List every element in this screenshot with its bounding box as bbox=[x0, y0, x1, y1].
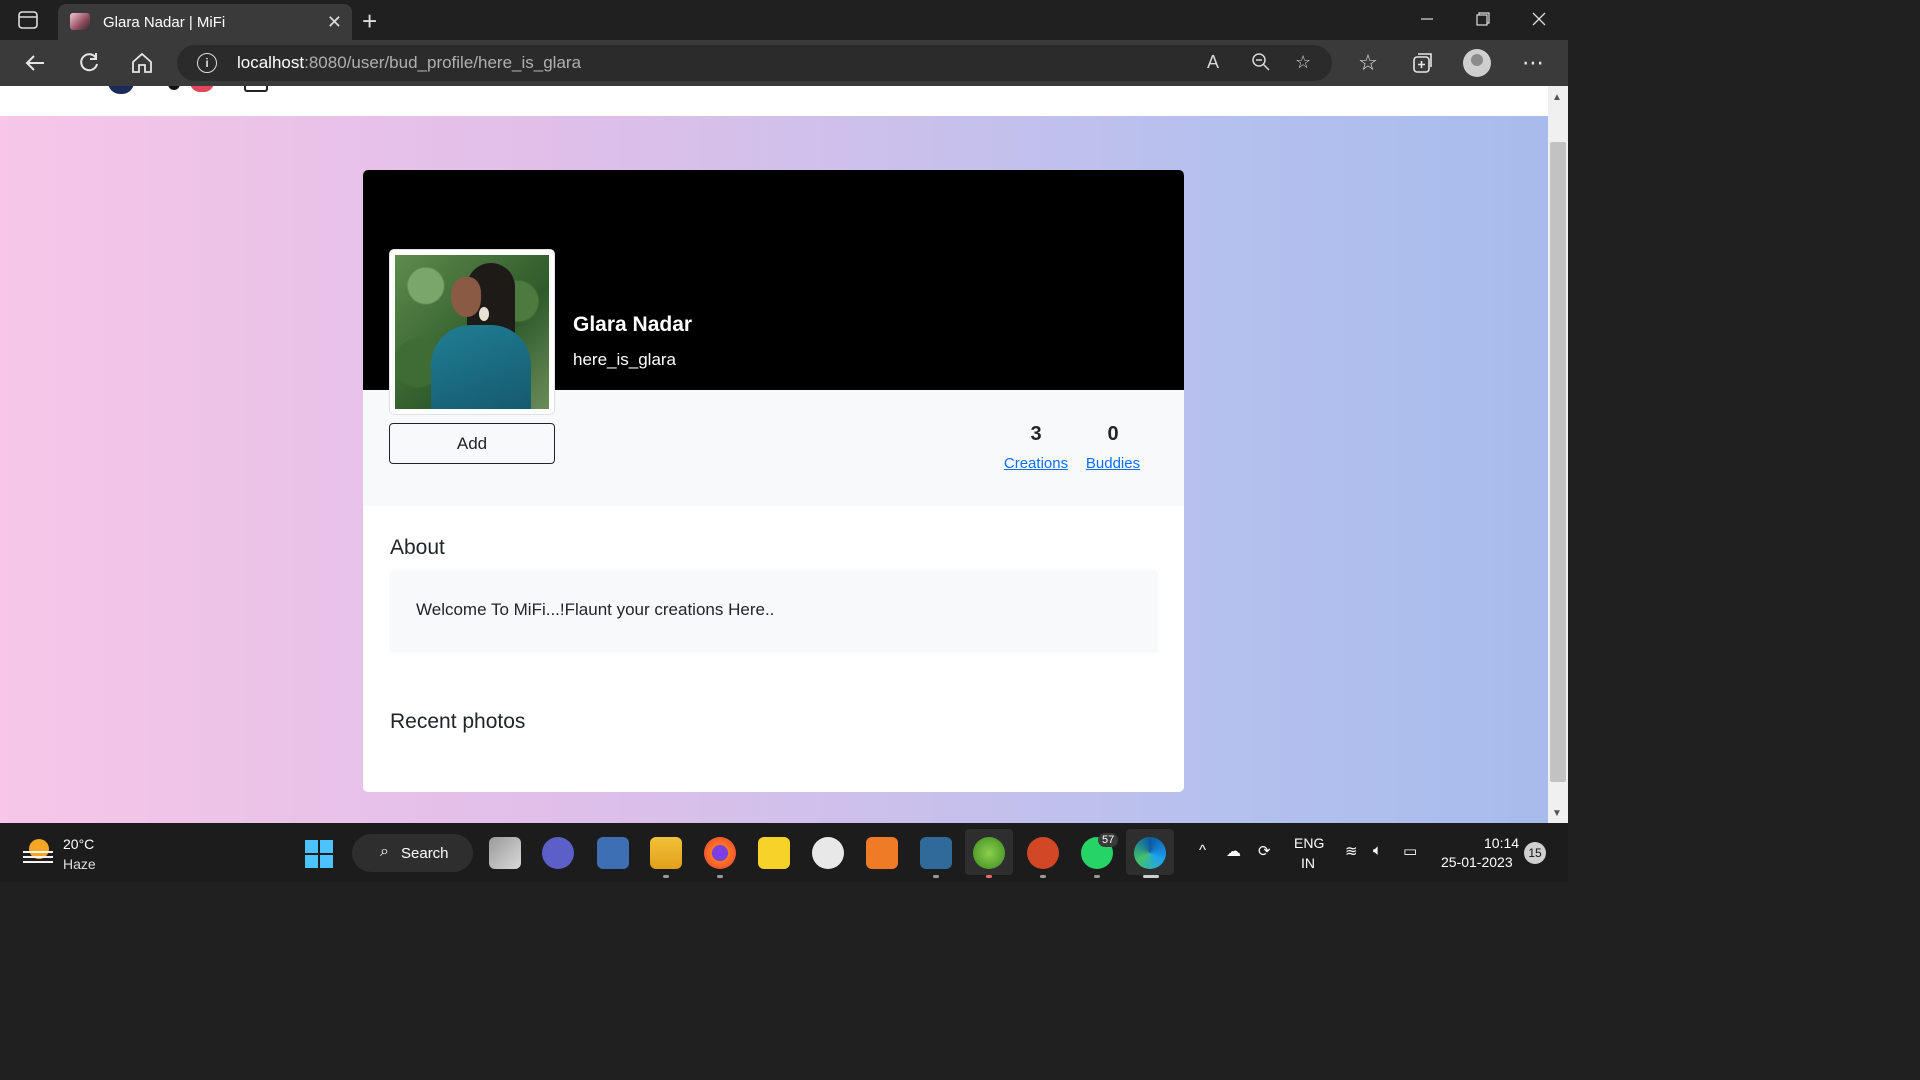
notification-count[interactable]: 15 bbox=[1524, 842, 1546, 864]
powerpoint-icon[interactable] bbox=[1027, 837, 1059, 869]
browser-tab-bar: Glara Nadar | MiFi ✕ + bbox=[0, 0, 1568, 40]
address-bar[interactable]: i localhost:8080/user/bud_profile/here_i… bbox=[177, 45, 1332, 81]
more-options-icon[interactable]: ⋯ bbox=[1520, 50, 1546, 76]
nav-logo-icon[interactable] bbox=[108, 86, 134, 94]
nav-user-icon[interactable] bbox=[168, 86, 180, 90]
weather-condition[interactable]: Haze bbox=[63, 856, 96, 872]
taskbar-search[interactable]: ⌕ Search bbox=[352, 834, 473, 872]
tab-actions-icon[interactable] bbox=[18, 10, 38, 30]
search-icon: ⌕ bbox=[380, 843, 389, 860]
clock-time[interactable]: 10:14 bbox=[1484, 835, 1519, 851]
battery-icon[interactable]: ▭ bbox=[1403, 842, 1417, 860]
profile-avatar-icon[interactable] bbox=[1463, 49, 1491, 77]
volume-icon[interactable]: 🔈︎ bbox=[1373, 842, 1382, 859]
buddies-link[interactable]: Buddies bbox=[1084, 455, 1142, 472]
calculator-icon[interactable] bbox=[597, 837, 629, 869]
add-favorite-icon[interactable]: ☆ bbox=[1295, 52, 1311, 73]
reload-icon[interactable] bbox=[76, 50, 102, 76]
clock-app-icon[interactable] bbox=[812, 837, 844, 869]
show-hidden-icons-icon[interactable]: ^ bbox=[1199, 842, 1206, 859]
about-text: Welcome To MiFi...!Flaunt your creations… bbox=[416, 600, 775, 619]
edge-browser-icon[interactable] bbox=[1134, 837, 1166, 869]
task-view-icon[interactable] bbox=[489, 837, 521, 869]
stat-buddies-count: 0 bbox=[1107, 423, 1119, 445]
nav-menu-icon[interactable] bbox=[244, 86, 268, 92]
page-scrollbar[interactable]: ▲ ▼ bbox=[1548, 86, 1568, 823]
scroll-up-icon[interactable]: ▲ bbox=[1552, 92, 1562, 103]
recent-photos-heading: Recent photos bbox=[390, 710, 526, 733]
firefox-icon[interactable] bbox=[704, 837, 736, 869]
about-box: Welcome To MiFi...!Flaunt your creations… bbox=[389, 570, 1158, 653]
sticky-notes-icon[interactable] bbox=[758, 837, 790, 869]
wifi-icon[interactable]: ≋ bbox=[1345, 842, 1358, 860]
address-url[interactable]: localhost:8080/user/bud_profile/here_is_… bbox=[237, 53, 581, 73]
start-button-icon[interactable] bbox=[305, 840, 333, 868]
home-icon[interactable] bbox=[129, 50, 155, 76]
scrollbar-thumb[interactable] bbox=[1550, 142, 1566, 782]
mysql-workbench-icon[interactable] bbox=[920, 837, 952, 869]
window-close-icon[interactable] bbox=[1532, 12, 1546, 26]
xampp-icon[interactable] bbox=[866, 837, 898, 869]
whatsapp-badge: 57 bbox=[1098, 833, 1119, 847]
site-favicon-icon bbox=[70, 13, 90, 30]
creations-link[interactable]: Creations bbox=[1003, 455, 1069, 472]
about-heading: About bbox=[390, 536, 445, 559]
stat-creations-count: 3 bbox=[1030, 423, 1042, 445]
windows-taskbar: 20°C Haze ⌕ Search 57 ^ ☁ ⟳ ENG IN ≋ 🔈︎ … bbox=[0, 823, 1568, 882]
language-region[interactable]: IN bbox=[1301, 855, 1315, 871]
zoom-icon[interactable] bbox=[1251, 52, 1271, 72]
spring-tool-icon[interactable] bbox=[973, 837, 1005, 869]
site-info-icon[interactable]: i bbox=[197, 53, 217, 73]
stat-buddies: 0 Buddies bbox=[1084, 423, 1142, 472]
profile-card: Glara Nadar here_is_glara Add 3 Creation… bbox=[363, 170, 1184, 792]
profile-handle: here_is_glara bbox=[573, 350, 677, 369]
read-aloud-icon[interactable]: A bbox=[1207, 52, 1219, 73]
new-tab-button[interactable]: + bbox=[362, 6, 377, 37]
nav-notification-icon[interactable] bbox=[190, 86, 214, 92]
browser-tab-active[interactable]: Glara Nadar | MiFi ✕ bbox=[58, 4, 352, 40]
taskbar-search-label: Search bbox=[401, 845, 449, 862]
collections-icon[interactable] bbox=[1409, 50, 1435, 76]
tab-close-icon[interactable]: ✕ bbox=[327, 12, 342, 33]
file-explorer-icon[interactable] bbox=[650, 837, 682, 869]
scroll-down-icon[interactable]: ▼ bbox=[1552, 808, 1562, 819]
minimize-icon[interactable] bbox=[1420, 12, 1434, 26]
sync-icon[interactable]: ⟳ bbox=[1258, 842, 1271, 860]
favorites-icon[interactable]: ☆ bbox=[1355, 50, 1381, 76]
weather-temperature[interactable]: 20°C bbox=[63, 836, 94, 852]
add-buddy-button[interactable]: Add bbox=[389, 423, 555, 464]
tab-title: Glara Nadar | MiFi bbox=[103, 14, 226, 31]
page-viewport: Glara Nadar here_is_glara Add 3 Creation… bbox=[0, 86, 1548, 823]
profile-photo bbox=[395, 255, 549, 409]
language-indicator[interactable]: ENG bbox=[1294, 835, 1324, 851]
site-navbar bbox=[0, 86, 1548, 116]
teams-chat-icon[interactable] bbox=[542, 837, 574, 869]
stat-creations: 3 Creations bbox=[1003, 423, 1069, 472]
clock-date[interactable]: 25-01-2023 bbox=[1441, 854, 1513, 870]
browser-toolbar: i localhost:8080/user/bud_profile/here_i… bbox=[0, 40, 1568, 86]
onedrive-icon[interactable]: ☁ bbox=[1226, 842, 1241, 860]
profile-photo-frame bbox=[389, 249, 555, 415]
profile-name: Glara Nadar bbox=[573, 313, 693, 336]
restore-icon[interactable] bbox=[1476, 12, 1490, 26]
weather-haze-icon[interactable] bbox=[23, 839, 53, 865]
back-icon[interactable] bbox=[22, 50, 48, 76]
